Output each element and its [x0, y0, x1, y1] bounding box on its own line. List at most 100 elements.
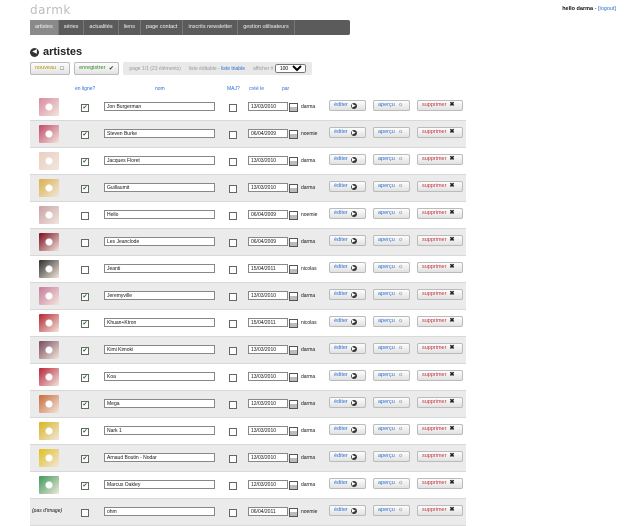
col-online[interactable]: en ligne?	[75, 86, 95, 92]
delete-button[interactable]: supprimer ✖	[417, 262, 463, 273]
nav-item-liens[interactable]: liens	[119, 20, 141, 35]
preview-button[interactable]: aperçu ☼	[373, 289, 410, 300]
edit-button[interactable]: éditer ▶	[329, 289, 366, 300]
edit-button[interactable]: éditer ▶	[329, 154, 366, 165]
online-checkbox[interactable]: ✔	[81, 347, 89, 355]
delete-button[interactable]: supprimer ✖	[417, 370, 463, 381]
date-input[interactable]: 06/04/2009	[248, 210, 288, 219]
nav-item-gestion-utilisateurs[interactable]: gestion utilisateurs	[238, 20, 295, 35]
edit-button[interactable]: éditer ▶	[329, 127, 366, 138]
delete-button[interactable]: supprimer ✖	[417, 127, 463, 138]
edit-button[interactable]: éditer ▶	[329, 343, 366, 354]
online-checkbox[interactable]: ✔	[81, 185, 89, 193]
date-input[interactable]: 15/04/2011	[248, 264, 288, 273]
maj-checkbox[interactable]	[229, 158, 237, 166]
date-input[interactable]: 13/03/2010	[248, 102, 288, 111]
edit-button[interactable]: éditer ▶	[329, 181, 366, 192]
edit-button[interactable]: éditer ▶	[329, 316, 366, 327]
calendar-icon[interactable]	[289, 157, 298, 166]
save-button[interactable]: enregistrer ✔	[74, 62, 120, 75]
edit-button[interactable]: éditer ▶	[329, 235, 366, 246]
maj-checkbox[interactable]	[229, 401, 237, 409]
maj-checkbox[interactable]	[229, 509, 237, 517]
date-input[interactable]: 13/03/2010	[248, 372, 288, 381]
preview-button[interactable]: aperçu ☼	[373, 370, 410, 381]
calendar-icon[interactable]	[289, 292, 298, 301]
date-input[interactable]: 13/03/2010	[248, 183, 288, 192]
preview-button[interactable]: aperçu ☼	[373, 505, 410, 516]
calendar-icon[interactable]	[289, 373, 298, 382]
calendar-icon[interactable]	[289, 211, 298, 220]
online-checkbox[interactable]	[81, 509, 89, 517]
delete-button[interactable]: supprimer ✖	[417, 208, 463, 219]
preview-button[interactable]: aperçu ☼	[373, 181, 410, 192]
online-checkbox[interactable]: ✔	[81, 158, 89, 166]
name-input[interactable]: Jacques Floret	[104, 156, 215, 165]
maj-checkbox[interactable]	[229, 455, 237, 463]
maj-checkbox[interactable]	[229, 482, 237, 490]
preview-button[interactable]: aperçu ☼	[373, 235, 410, 246]
preview-button[interactable]: aperçu ☼	[373, 208, 410, 219]
date-input[interactable]: 15/04/2011	[248, 318, 288, 327]
delete-button[interactable]: supprimer ✖	[417, 478, 463, 489]
edit-button[interactable]: éditer ▶	[329, 370, 366, 381]
name-input[interactable]: Nark 1	[104, 426, 215, 435]
maj-checkbox[interactable]	[229, 266, 237, 274]
delete-button[interactable]: supprimer ✖	[417, 289, 463, 300]
date-input[interactable]: 13/03/2010	[248, 345, 288, 354]
calendar-icon[interactable]	[289, 400, 298, 409]
name-input[interactable]: Hello	[104, 210, 215, 219]
delete-button[interactable]: supprimer ✖	[417, 100, 463, 111]
new-button[interactable]: nouveau □	[30, 62, 71, 75]
preview-button[interactable]: aperçu ☼	[373, 424, 410, 435]
delete-button[interactable]: supprimer ✖	[417, 451, 463, 462]
online-checkbox[interactable]	[81, 266, 89, 274]
preview-button[interactable]: aperçu ☼	[373, 451, 410, 462]
edit-button[interactable]: éditer ▶	[329, 424, 366, 435]
maj-checkbox[interactable]	[229, 293, 237, 301]
date-input[interactable]: 13/03/2010	[248, 453, 288, 462]
online-checkbox[interactable]: ✔	[81, 482, 89, 490]
name-input[interactable]: Marcus Oakley	[104, 480, 215, 489]
preview-button[interactable]: aperçu ☼	[373, 343, 410, 354]
name-input[interactable]: Arnaud Boutin - Nodar	[104, 453, 215, 462]
online-checkbox[interactable]: ✔	[81, 131, 89, 139]
date-input[interactable]: 06/04/2009	[248, 237, 288, 246]
maj-checkbox[interactable]	[229, 347, 237, 355]
name-input[interactable]: Les Jeanclode	[104, 237, 215, 246]
preview-button[interactable]: aperçu ☼	[373, 397, 410, 408]
show-count-select[interactable]: 100	[274, 64, 306, 73]
online-checkbox[interactable]: ✔	[81, 320, 89, 328]
calendar-icon[interactable]	[289, 238, 298, 247]
preview-button[interactable]: aperçu ☼	[373, 100, 410, 111]
preview-button[interactable]: aperçu ☼	[373, 262, 410, 273]
date-input[interactable]: 06/04/2009	[248, 129, 288, 138]
delete-button[interactable]: supprimer ✖	[417, 424, 463, 435]
delete-button[interactable]: supprimer ✖	[417, 235, 463, 246]
calendar-icon[interactable]	[289, 427, 298, 436]
delete-button[interactable]: supprimer ✖	[417, 316, 463, 327]
online-checkbox[interactable]: ✔	[81, 374, 89, 382]
date-input[interactable]: 12/03/2010	[248, 399, 288, 408]
preview-button[interactable]: aperçu ☼	[373, 316, 410, 327]
name-input[interactable]: Mega	[104, 399, 215, 408]
online-checkbox[interactable]	[81, 212, 89, 220]
calendar-icon[interactable]	[289, 103, 298, 112]
preview-button[interactable]: aperçu ☼	[373, 478, 410, 489]
col-name[interactable]: nom	[155, 86, 165, 92]
online-checkbox[interactable]	[81, 239, 89, 247]
col-created[interactable]: créé le	[249, 86, 264, 92]
edit-button[interactable]: éditer ▶	[329, 262, 366, 273]
maj-checkbox[interactable]	[229, 239, 237, 247]
col-by[interactable]: par	[282, 86, 289, 92]
delete-button[interactable]: supprimer ✖	[417, 505, 463, 516]
preview-button[interactable]: aperçu ☼	[373, 154, 410, 165]
name-input[interactable]: Jeremyville	[104, 291, 215, 300]
calendar-icon[interactable]	[289, 481, 298, 490]
name-input[interactable]: Khuan+Ktron	[104, 318, 215, 327]
date-input[interactable]: 13/03/2010	[248, 426, 288, 435]
maj-checkbox[interactable]	[229, 320, 237, 328]
nav-item-actualités[interactable]: actualités	[84, 20, 119, 35]
name-input[interactable]: Guillaumit	[104, 183, 215, 192]
maj-checkbox[interactable]	[229, 185, 237, 193]
